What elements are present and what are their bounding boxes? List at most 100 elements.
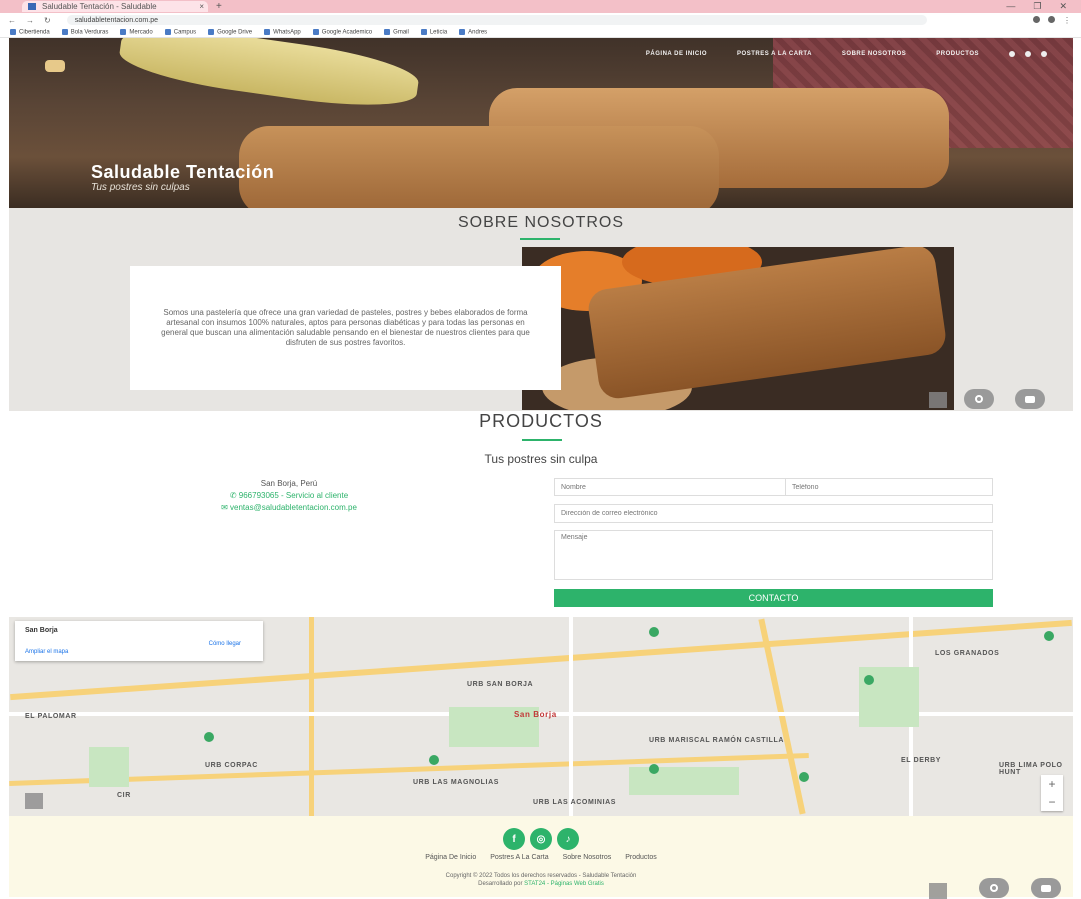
share-icon[interactable] bbox=[1009, 51, 1015, 57]
location-text: San Borja, Perú bbox=[260, 479, 318, 488]
mail-icon[interactable] bbox=[1025, 51, 1031, 57]
products-tagline: Tus postres sin culpa bbox=[484, 452, 598, 466]
map-pin-icon[interactable] bbox=[1044, 631, 1054, 641]
map-embed[interactable]: URB SAN BORJA San Borja EL PALOMAR URB C… bbox=[9, 617, 1073, 816]
close-window-button[interactable]: ✕ bbox=[1059, 1, 1067, 12]
nav-item-nosotros[interactable]: SOBRE NOSOTROS bbox=[842, 51, 906, 57]
hero-banner: PÁGINA DE INICIO POSTRES A LA CARTA SOBR… bbox=[9, 38, 1073, 208]
site-footer: f ◎ ♪ Página De Inicio Postres A La Cart… bbox=[9, 816, 1073, 899]
zoom-out-button[interactable]: − bbox=[1041, 793, 1063, 811]
map-place-name: San Borja bbox=[25, 627, 58, 634]
bookmark-item[interactable]: WhatsApp bbox=[264, 29, 301, 35]
name-field[interactable] bbox=[554, 478, 790, 496]
map-pin-icon[interactable] bbox=[799, 772, 809, 782]
share-icon bbox=[990, 884, 998, 892]
close-tab-icon[interactable]: × bbox=[199, 2, 204, 11]
mail-button[interactable] bbox=[1015, 389, 1045, 409]
phone-link[interactable]: 966793065 - Servicio al cliente bbox=[239, 491, 348, 500]
hero-title: Saludable Tentación bbox=[91, 162, 275, 182]
contact-info: San Borja, Perú ✆ 966793065 - Servicio a… bbox=[149, 478, 429, 514]
email-link[interactable]: ventas@saludabletentacion.com.pe bbox=[230, 503, 357, 512]
map-pin-icon[interactable] bbox=[649, 627, 659, 637]
share-button[interactable] bbox=[964, 389, 994, 409]
share-icon bbox=[975, 395, 983, 403]
mail-icon bbox=[1025, 395, 1035, 403]
hero-subtitle: Tus postres sin culpas bbox=[91, 182, 190, 193]
instagram-icon[interactable]: ◎ bbox=[530, 828, 552, 850]
url-field[interactable]: saludabletentacion.com.pe bbox=[66, 15, 927, 25]
map-label: URB SAN BORJA bbox=[467, 681, 534, 688]
browser-tab[interactable]: Saludable Tentación - Saludable × bbox=[22, 1, 208, 12]
social-links: f ◎ ♪ bbox=[9, 828, 1073, 850]
map-label: URB CORPAC bbox=[205, 762, 258, 769]
favicon-icon bbox=[28, 3, 36, 10]
bookmark-item[interactable]: Gmail bbox=[384, 29, 409, 35]
maximize-button[interactable]: ❐ bbox=[1033, 1, 1041, 12]
phone-field[interactable] bbox=[785, 478, 993, 496]
map-label: URB LIMA POLO HUNT bbox=[999, 762, 1063, 776]
tiktok-icon[interactable]: ♪ bbox=[557, 828, 579, 850]
scroll-top-button[interactable] bbox=[929, 392, 947, 408]
email-icon: ✉ bbox=[221, 503, 231, 512]
forward-icon[interactable]: → bbox=[26, 16, 34, 25]
minimize-button[interactable]: — bbox=[1006, 1, 1015, 12]
bookmark-item[interactable]: Leticia bbox=[421, 29, 447, 35]
map-fullscreen-button[interactable] bbox=[25, 793, 43, 809]
message-field[interactable] bbox=[554, 530, 993, 580]
profile-icon[interactable] bbox=[1048, 15, 1055, 23]
facebook-icon[interactable]: f bbox=[503, 828, 525, 850]
bookmark-item[interactable]: Mercado bbox=[120, 29, 152, 35]
nav-item-productos[interactable]: PRODUCTOS bbox=[936, 51, 979, 57]
bookmark-item[interactable]: Andres bbox=[459, 29, 487, 35]
nav-item-inicio[interactable]: PÁGINA DE INICIO bbox=[646, 51, 707, 57]
hero-bread-image bbox=[239, 126, 719, 208]
map-label-main: San Borja bbox=[514, 710, 557, 719]
map-label: EL DERBY bbox=[901, 757, 942, 764]
email-field[interactable] bbox=[554, 504, 993, 523]
contact-submit-button[interactable]: CONTACTO bbox=[554, 589, 993, 607]
footer-link-postres[interactable]: Postres A La Carta bbox=[490, 854, 548, 861]
window-controls: — ❐ ✕ bbox=[1006, 1, 1081, 12]
mail-icon bbox=[1041, 884, 1051, 892]
extension-icon[interactable] bbox=[1033, 15, 1040, 23]
map-zoom-control[interactable]: + − bbox=[1041, 775, 1063, 811]
mail-button[interactable] bbox=[1031, 878, 1061, 898]
main-nav: PÁGINA DE INICIO POSTRES A LA CARTA SOBR… bbox=[646, 51, 1047, 57]
map-label: URB MARISCAL RAMÓN CASTILLA bbox=[649, 737, 785, 744]
bookmarks-bar: Cibertienda Bola Verduras Mercado Campus… bbox=[0, 27, 1081, 38]
map-label: EL PALOMAR bbox=[25, 713, 77, 720]
map-directions-link[interactable]: Cómo llegar bbox=[209, 641, 241, 647]
developed-by-label: Desarrollado por bbox=[478, 881, 523, 887]
map-pin-icon[interactable] bbox=[864, 675, 874, 685]
back-icon[interactable]: ← bbox=[8, 16, 16, 25]
share-button[interactable] bbox=[979, 878, 1009, 898]
footer-link-inicio[interactable]: Página De Inicio bbox=[425, 854, 476, 861]
browser-tab-bar: Saludable Tentación - Saludable × + — ❐ … bbox=[0, 0, 1081, 13]
map-pin-icon[interactable] bbox=[429, 755, 439, 765]
about-text-card: Somos una pastelería que ofrece una gran… bbox=[130, 266, 561, 390]
footer-links: Página De Inicio Postres A La Carta Sobr… bbox=[9, 854, 1073, 861]
map-pin-icon[interactable] bbox=[204, 732, 214, 742]
new-tab-button[interactable]: + bbox=[216, 1, 222, 12]
bookmark-item[interactable]: Cibertienda bbox=[10, 29, 50, 35]
bookmark-item[interactable]: Google Academico bbox=[313, 29, 372, 35]
footer-link-productos[interactable]: Productos bbox=[625, 854, 657, 861]
map-larger-link[interactable]: Ampliar el mapa bbox=[25, 649, 68, 655]
heading-underline bbox=[522, 439, 562, 441]
bookmark-item[interactable]: Campus bbox=[165, 29, 196, 35]
bookmark-item[interactable]: Bola Verduras bbox=[62, 29, 109, 35]
phone-icon[interactable] bbox=[1041, 51, 1047, 57]
zoom-in-button[interactable]: + bbox=[1041, 775, 1063, 793]
developer-link[interactable]: STAT24 - Páginas Web Gratis bbox=[524, 881, 604, 887]
site-logo[interactable] bbox=[45, 60, 65, 72]
footer-link-nosotros[interactable]: Sobre Nosotros bbox=[563, 854, 612, 861]
reload-icon[interactable]: ↻ bbox=[44, 16, 51, 25]
tab-title: Saludable Tentación - Saludable bbox=[42, 2, 157, 11]
map-pin-icon[interactable] bbox=[649, 764, 659, 774]
map-label: LOS GRANADOS bbox=[935, 650, 1000, 657]
map-info-box: San Borja Cómo llegar Ampliar el mapa bbox=[15, 621, 263, 661]
nav-item-postres[interactable]: POSTRES A LA CARTA bbox=[737, 51, 812, 57]
menu-icon[interactable]: ⋮ bbox=[1063, 16, 1071, 25]
bookmark-item[interactable]: Google Drive bbox=[208, 29, 252, 35]
about-heading: SOBRE NOSOTROS bbox=[457, 214, 625, 231]
